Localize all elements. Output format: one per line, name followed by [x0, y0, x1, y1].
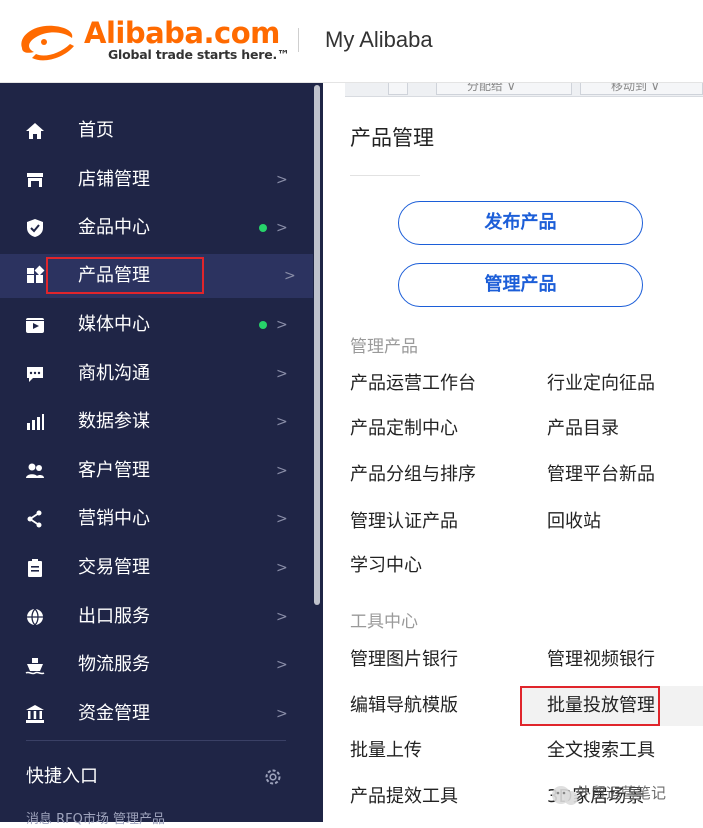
publish-product-button[interactable]: 发布产品 — [398, 201, 643, 245]
top-header: Alibaba.com Global trade starts here.™ M… — [0, 0, 703, 83]
chevron-right-icon: > — [276, 609, 288, 625]
media-icon — [26, 318, 44, 333]
sidebar-item-label: 物流服务 — [78, 654, 150, 675]
background-assign-button: 分配给 ∨ — [436, 83, 572, 95]
link-recycle-bin[interactable]: 回收站 — [547, 510, 601, 534]
sidebar-item-label: 交易管理 — [78, 557, 150, 578]
manage-product-button[interactable]: 管理产品 — [398, 263, 643, 307]
chevron-right-icon: > — [276, 463, 288, 479]
panel-title-underline — [350, 175, 420, 176]
chevron-right-icon: > — [284, 268, 296, 284]
sidebar-scrollbar[interactable] — [314, 85, 320, 605]
sidebar-item-label: 数据参谋 — [78, 411, 150, 432]
quick-entry-heading: 快捷入口 — [26, 766, 98, 787]
link-product-ops-workbench[interactable]: 产品运营工作台 — [350, 372, 476, 396]
link-edit-nav-template[interactable]: 编辑导航模版 — [350, 694, 458, 718]
background-checkbox — [388, 83, 408, 95]
page-title[interactable]: My Alibaba — [325, 26, 433, 54]
globe-icon — [27, 608, 43, 626]
sidebar-item-marketing[interactable]: 营销中心 > — [0, 497, 313, 541]
sidebar-item-home[interactable]: 首页 — [0, 109, 313, 153]
sidebar-divider — [26, 740, 286, 741]
product-grid-icon — [27, 265, 45, 283]
sidebar-item-label: 营销中心 — [78, 508, 150, 529]
link-product-custom-center[interactable]: 产品定制中心 — [350, 417, 458, 441]
sidebar-item-media[interactable]: 媒体中心 > — [0, 303, 313, 347]
chat-icon — [27, 367, 43, 382]
link-video-bank[interactable]: 管理视频银行 — [547, 648, 655, 672]
home-icon — [26, 123, 44, 139]
sidebar-item-customers[interactable]: 客户管理 > — [0, 449, 313, 493]
link-certified-products[interactable]: 管理认证产品 — [350, 510, 458, 534]
highlight-box — [46, 257, 204, 294]
sidebar-item-trade[interactable]: 交易管理 > — [0, 546, 313, 590]
clipboard-icon — [28, 559, 42, 577]
ship-icon — [25, 658, 45, 675]
sidebar-item-chat[interactable]: 商机沟通 > — [0, 352, 313, 396]
sidebar-item-label: 媒体中心 — [78, 314, 150, 335]
sidebar-item-label: 店铺管理 — [78, 169, 150, 190]
gear-icon[interactable] — [263, 767, 283, 787]
bank-icon — [26, 705, 44, 723]
sidebar-item-funds[interactable]: 资金管理 > — [0, 692, 313, 736]
sidebar-item-export[interactable]: 出口服务 > — [0, 595, 313, 639]
chevron-right-icon: > — [276, 414, 288, 430]
link-learning-center[interactable]: 学习中心 — [350, 554, 422, 578]
status-dot — [259, 321, 267, 329]
chevron-right-icon: > — [276, 366, 288, 382]
panel-title: 产品管理 — [350, 126, 434, 150]
link-platform-new-products[interactable]: 管理平台新品 — [547, 463, 655, 487]
sidebar-item-store[interactable]: 店铺管理 > — [0, 158, 313, 202]
status-dot — [259, 224, 267, 232]
link-fulltext-search[interactable]: 全文搜索工具 — [547, 739, 655, 763]
alibaba-logo[interactable]: Alibaba.com Global trade starts here.™ — [14, 16, 290, 68]
chevron-right-icon: > — [276, 511, 288, 527]
sidebar-item-label: 商机沟通 — [78, 363, 150, 384]
logo-tagline: Global trade starts here.™ — [108, 47, 290, 62]
alibaba-logo-mark — [21, 25, 74, 61]
sidebar-item-label: 首页 — [78, 120, 114, 141]
sidebar-item-gold[interactable]: 金品中心 > — [0, 206, 313, 250]
link-batch-upload[interactable]: 批量上传 — [350, 739, 422, 763]
highlight-box — [520, 686, 660, 726]
store-icon — [27, 173, 43, 187]
link-product-grouping[interactable]: 产品分组与排序 — [350, 463, 476, 487]
header-divider — [298, 28, 299, 52]
customers-icon — [26, 463, 44, 478]
chevron-right-icon: > — [276, 317, 288, 333]
sidebar-item-label: 客户管理 — [78, 460, 150, 481]
sidebar-item-data[interactable]: 数据参谋 > — [0, 400, 313, 444]
link-industry-sourcing[interactable]: 行业定向征品 — [547, 372, 655, 396]
logo-wordmark: Alibaba.com — [84, 16, 280, 50]
share-icon — [27, 510, 42, 528]
link-product-catalog[interactable]: 产品目录 — [547, 417, 619, 441]
background-move-button: 移动到 ∨ — [580, 83, 703, 95]
chevron-right-icon: > — [276, 657, 288, 673]
quick-entry-links[interactable]: 消息 RFQ市场 管理产品 — [26, 812, 165, 828]
sidebar-item-logistics[interactable]: 物流服务 > — [0, 643, 313, 687]
chevron-right-icon: > — [276, 706, 288, 722]
shield-icon — [27, 219, 43, 237]
sidebar-item-label: 出口服务 — [78, 606, 150, 627]
link-efficiency-tools[interactable]: 产品提效工具 — [350, 785, 458, 809]
watermark-text: 外贸运营笔记 — [576, 784, 667, 802]
sidebar-item-label: 资金管理 — [78, 703, 150, 724]
chevron-right-icon: > — [276, 172, 288, 188]
link-image-bank[interactable]: 管理图片银行 — [350, 648, 458, 672]
sidebar-item-label: 金品中心 — [78, 217, 150, 238]
chevron-right-icon: > — [276, 220, 288, 236]
chevron-right-icon: > — [276, 560, 288, 576]
section-title-manage: 管理产品 — [350, 337, 418, 357]
bar-chart-icon — [27, 414, 44, 430]
section-title-tools: 工具中心 — [350, 612, 418, 632]
